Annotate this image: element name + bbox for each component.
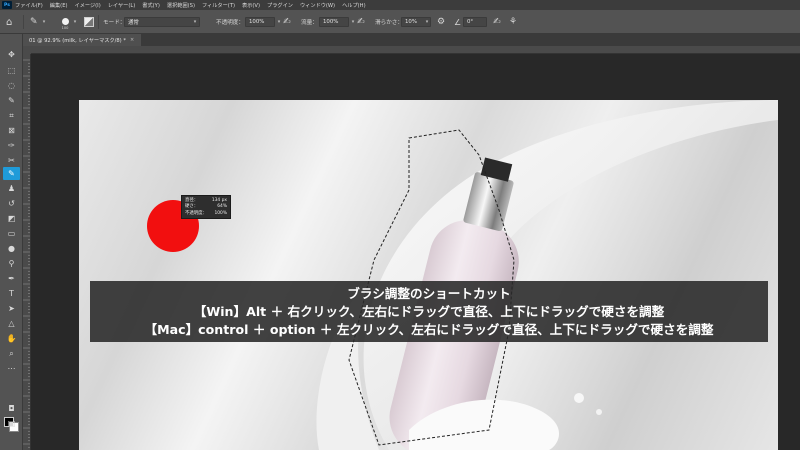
gear-icon[interactable]: ⚙: [437, 10, 445, 34]
close-icon[interactable]: ×: [130, 37, 134, 43]
flow-input[interactable]: 100%: [319, 17, 349, 27]
screen-mode-icon[interactable]: ▣: [3, 417, 20, 430]
dodge-tool-icon[interactable]: ⚲: [3, 257, 20, 270]
menu-filter[interactable]: フィルター(T): [202, 2, 235, 9]
menu-image[interactable]: イメージ(I): [75, 2, 101, 9]
pressure-opacity-icon[interactable]: ✍: [283, 10, 291, 34]
menu-type[interactable]: 書式(Y): [142, 2, 160, 9]
tutorial-caption: ブラシ調整のショートカット 【Win】Alt ＋ 右クリック、左右にドラッグで直…: [90, 281, 768, 342]
pressure-size-icon[interactable]: ✍: [493, 10, 501, 34]
vertical-ruler-ticks: [23, 59, 30, 448]
blend-mode-select[interactable]: 通常: [124, 17, 200, 27]
blur-tool-icon[interactable]: ●: [3, 242, 20, 255]
shape-tool-icon[interactable]: △: [3, 317, 20, 330]
vertical-ruler[interactable]: [23, 54, 31, 450]
flow-label: 流量：: [301, 20, 318, 26]
chevron-down-icon[interactable]: ▾: [349, 17, 357, 27]
menu-select[interactable]: 選択範囲(S): [167, 2, 195, 9]
pen-tool-icon[interactable]: ✒: [3, 272, 20, 285]
separator: [23, 15, 24, 29]
more-tools-icon[interactable]: ⋯: [3, 362, 20, 375]
chevron-down-icon[interactable]: ▾: [191, 17, 199, 27]
eyedropper-tool-icon[interactable]: ✑: [3, 139, 20, 152]
menu-layer[interactable]: レイヤー(L): [108, 2, 136, 9]
move-tool-icon[interactable]: ✥: [3, 48, 20, 61]
chevron-down-icon[interactable]: ▾: [275, 17, 283, 27]
menu-bar: Ps ファイル(F) 編集(E) イメージ(I) レイヤー(L) 書式(Y) 選…: [0, 0, 800, 10]
menu-view[interactable]: 表示(V): [242, 2, 260, 9]
opacity-input[interactable]: 100%: [245, 17, 275, 27]
hud-opacity-value: 100%: [214, 210, 227, 216]
ruler-corner: [23, 46, 31, 54]
document-canvas[interactable]: [79, 100, 778, 450]
document-tab-bar: 01 @ 92.9% (milk, レイヤーマスク/8) * ×: [23, 34, 800, 46]
frame-tool-icon[interactable]: ⊠: [3, 124, 20, 137]
angle-input[interactable]: 0°: [463, 17, 487, 27]
photoshop-logo: Ps: [2, 1, 12, 9]
caption-title: ブラシ調整のショートカット: [347, 285, 511, 301]
horizontal-ruler[interactable]: 5004504003503002502001501005005010015020…: [31, 46, 800, 54]
product-photo: [316, 100, 778, 450]
chevron-down-icon[interactable]: ▾: [423, 17, 431, 27]
lasso-tool-icon[interactable]: ◌: [3, 79, 20, 92]
brush-tool-icon[interactable]: ✎: [3, 167, 20, 180]
path-selection-tool-icon[interactable]: ➤: [3, 302, 20, 315]
hud-opacity-label: 不透明度：: [185, 210, 207, 216]
quick-mask-icon[interactable]: ◘: [3, 402, 20, 415]
brush-size-value: 100: [61, 26, 69, 30]
caption-windows-shortcut: 【Win】Alt ＋ 右クリック、左右にドラッグで直径、上下にドラッグで硬さを調…: [193, 303, 665, 319]
gradient-tool-icon[interactable]: ▭: [3, 227, 20, 240]
hand-tool-icon[interactable]: ✋: [3, 332, 20, 345]
crop-tool-icon[interactable]: ⌗: [3, 109, 20, 122]
history-brush-tool-icon[interactable]: ↺: [3, 197, 20, 210]
document-tab[interactable]: 01 @ 92.9% (milk, レイヤーマスク/8) * ×: [23, 34, 141, 46]
menu-file[interactable]: ファイル(F): [15, 2, 43, 9]
chevron-down-icon[interactable]: ▾: [40, 17, 48, 27]
opacity-label: 不透明度：: [216, 20, 244, 26]
quick-selection-tool-icon[interactable]: ✎: [3, 94, 20, 107]
brush-tip-icon: [61, 17, 69, 25]
airbrush-icon[interactable]: ✍: [357, 10, 365, 34]
type-tool-icon[interactable]: T: [3, 287, 20, 300]
brush-hud-tooltip: 直径： 134 px 硬さ： 64% 不透明度： 100%: [181, 195, 231, 219]
separator: [98, 15, 99, 29]
menu-window[interactable]: ウィンドウ(W): [300, 2, 335, 9]
brush-tool-preset-icon[interactable]: ✎: [30, 10, 38, 34]
options-bar: ⌂ ✎ ▾ 100 ▾ モード： 通常 ▾ 不透明度： 100% ▾ ✍ 流量：…: [0, 10, 800, 34]
zoom-tool-icon[interactable]: ⌕: [3, 347, 20, 360]
menu-plugins[interactable]: プラグイン: [267, 2, 293, 9]
tools-panel: ✥ ⬚ ◌ ✎ ⌗ ⊠ ✑ ✂ ✎ ♟ ↺ ◩ ▭ ● ⚲ ✒ T ➤ △ ✋ …: [0, 34, 23, 450]
menu-edit[interactable]: 編集(E): [50, 2, 68, 9]
marquee-tool-icon[interactable]: ⬚: [3, 64, 20, 77]
caption-mac-shortcut: 【Mac】control ＋ option ＋ 左クリック、左右にドラッグで直径…: [144, 321, 714, 337]
mode-label: モード：: [103, 20, 126, 26]
healing-brush-tool-icon[interactable]: ✂: [3, 154, 20, 167]
eraser-tool-icon[interactable]: ◩: [3, 212, 20, 225]
angle-icon: ∠: [454, 17, 462, 27]
clone-stamp-tool-icon[interactable]: ♟: [3, 182, 20, 195]
menu-help[interactable]: ヘルプ(H): [342, 2, 366, 9]
document-tab-title: 01 @ 92.9% (milk, レイヤーマスク/8) *: [29, 37, 126, 44]
symmetry-icon[interactable]: ⚘: [509, 10, 517, 34]
home-icon[interactable]: ⌂: [6, 10, 12, 34]
smoothing-label: 滑らかさ：: [375, 20, 403, 26]
brush-settings-panel-icon[interactable]: [84, 17, 94, 27]
chevron-down-icon[interactable]: ▾: [71, 17, 79, 27]
hud-opacity-row: 不透明度： 100%: [185, 211, 227, 217]
